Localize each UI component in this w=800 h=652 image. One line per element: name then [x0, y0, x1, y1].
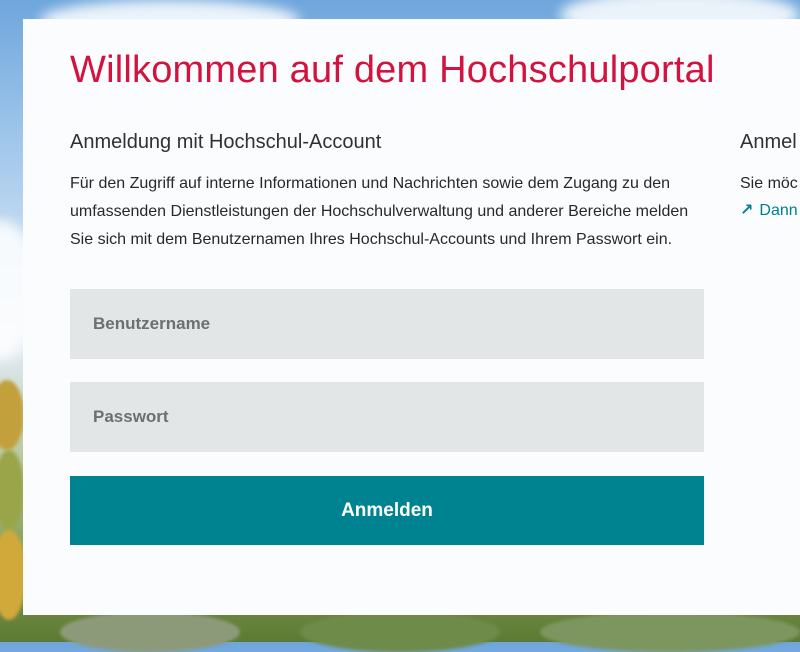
username-input[interactable] [70, 289, 704, 359]
alternative-login-text: Sie möc [740, 175, 798, 192]
login-button[interactable]: Anmelden [70, 476, 704, 545]
arrow-up-right-icon: ↗ [740, 202, 754, 219]
page-title: Willkommen auf dem Hochschulportal [70, 49, 715, 91]
login-card: Willkommen auf dem Hochschulportal Anmel… [23, 19, 800, 615]
login-heading: Anmeldung mit Hochschul-Account [70, 131, 382, 153]
alternative-login-link-label: Dann [759, 202, 798, 219]
alternative-login-link[interactable]: ↗ Dann [740, 197, 798, 225]
alternative-login-heading: Anmel [740, 131, 797, 153]
password-input[interactable] [70, 382, 704, 452]
login-description: Für den Zugriff auf interne Informatione… [70, 175, 689, 248]
